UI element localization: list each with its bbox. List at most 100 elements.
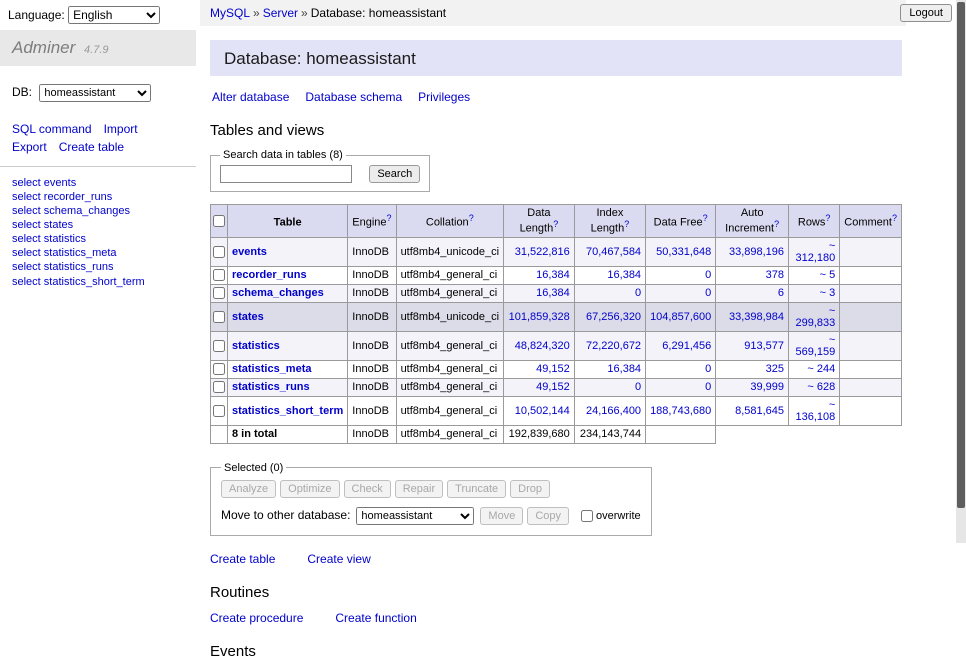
- help-link[interactable]: ?: [624, 219, 629, 229]
- create-link[interactable]: Create view: [307, 552, 370, 566]
- index-length-link[interactable]: 67,256,320: [586, 311, 641, 323]
- sidebar-table-link[interactable]: select schema_changes: [12, 204, 196, 218]
- routine-link[interactable]: Create function: [335, 611, 416, 625]
- index-length-link[interactable]: 24,166,400: [586, 405, 641, 417]
- help-link[interactable]: ?: [469, 213, 474, 223]
- bulk-action-button[interactable]: Analyze: [221, 480, 276, 498]
- data-length-link[interactable]: 49,152: [536, 363, 570, 375]
- row-checkbox[interactable]: [213, 381, 225, 393]
- data-free-link[interactable]: 188,743,680: [650, 405, 711, 417]
- index-length-link[interactable]: 16,384: [607, 269, 641, 281]
- row-checkbox[interactable]: [213, 405, 225, 417]
- db-nav-link[interactable]: Database schema: [305, 90, 402, 104]
- auto-increment-link[interactable]: 33,398,984: [729, 311, 784, 323]
- help-link[interactable]: ?: [703, 213, 708, 223]
- data-length-link[interactable]: 48,824,320: [515, 340, 570, 352]
- sidebar-table-link[interactable]: select statistics_runs: [12, 260, 196, 274]
- sidebar-table-link[interactable]: select statistics_short_term: [12, 275, 196, 289]
- sidebar-table-link[interactable]: select states: [12, 218, 196, 232]
- scrollbar[interactable]: [956, 0, 966, 543]
- table-name-link[interactable]: statistics_short_term: [232, 405, 343, 417]
- sidebar-link[interactable]: SQL command: [12, 122, 92, 136]
- row-checkbox[interactable]: [213, 340, 225, 352]
- index-length-link[interactable]: 0: [635, 287, 641, 299]
- rows-count-link[interactable]: ~ 136,108: [796, 399, 836, 423]
- data-length-link[interactable]: 16,384: [536, 269, 570, 281]
- select-all-checkbox[interactable]: [213, 215, 225, 227]
- auto-increment-link[interactable]: 33,898,196: [729, 246, 784, 258]
- rows-count-link[interactable]: ~ 312,180: [796, 240, 836, 264]
- logout-button[interactable]: Logout: [900, 4, 952, 22]
- auto-increment-link[interactable]: 8,581,645: [735, 405, 784, 417]
- sidebar-link[interactable]: Create table: [59, 140, 124, 154]
- search-input[interactable]: [220, 165, 352, 183]
- data-free-link[interactable]: 104,857,600: [650, 311, 711, 323]
- sidebar-link[interactable]: Export: [12, 140, 47, 154]
- rows-count-link[interactable]: ~ 244: [807, 363, 835, 375]
- sidebar-table-link[interactable]: select statistics: [12, 232, 196, 246]
- row-checkbox[interactable]: [213, 311, 225, 323]
- rows-count-link[interactable]: ~ 5: [820, 269, 836, 281]
- breadcrumb-server-link[interactable]: Server: [263, 6, 298, 20]
- auto-increment-link[interactable]: 325: [766, 363, 784, 375]
- auto-increment-link[interactable]: 6: [778, 287, 784, 299]
- help-link[interactable]: ?: [825, 213, 830, 223]
- table-name-link[interactable]: recorder_runs: [232, 269, 307, 281]
- sidebar-table-link[interactable]: select events: [12, 176, 196, 190]
- bulk-action-button[interactable]: Repair: [395, 480, 443, 498]
- rows-count-link[interactable]: ~ 299,833: [796, 305, 836, 329]
- row-checkbox[interactable]: [213, 287, 225, 299]
- data-free-link[interactable]: 6,291,456: [662, 340, 711, 352]
- db-nav-link[interactable]: Alter database: [212, 90, 289, 104]
- auto-increment-link[interactable]: 378: [766, 269, 784, 281]
- data-free-link[interactable]: 0: [705, 381, 711, 393]
- bulk-action-button[interactable]: Truncate: [447, 480, 506, 498]
- search-button[interactable]: Search: [369, 165, 420, 183]
- auto-increment-link[interactable]: 913,577: [744, 340, 784, 352]
- table-name-link[interactable]: statistics: [232, 340, 280, 352]
- sidebar-table-link[interactable]: select statistics_meta: [12, 246, 196, 260]
- scrollbar-thumb[interactable]: [957, 2, 965, 508]
- index-length-link[interactable]: 72,220,672: [586, 340, 641, 352]
- data-free-link[interactable]: 0: [705, 287, 711, 299]
- create-link[interactable]: Create table: [210, 552, 275, 566]
- auto-increment-link[interactable]: 39,999: [750, 381, 784, 393]
- move-button[interactable]: Move: [480, 507, 523, 525]
- db-nav-link[interactable]: Privileges: [418, 90, 470, 104]
- data-length-link[interactable]: 49,152: [536, 381, 570, 393]
- help-link[interactable]: ?: [774, 219, 779, 229]
- copy-button[interactable]: Copy: [527, 507, 569, 525]
- rows-count-link[interactable]: ~ 569,159: [796, 334, 836, 358]
- row-checkbox[interactable]: [213, 269, 225, 281]
- index-length-link[interactable]: 70,467,584: [586, 246, 641, 258]
- help-link[interactable]: ?: [387, 213, 392, 223]
- data-length-link[interactable]: 31,522,816: [515, 246, 570, 258]
- table-name-link[interactable]: statistics_meta: [232, 363, 312, 375]
- overwrite-checkbox[interactable]: [581, 510, 593, 522]
- table-name-link[interactable]: states: [232, 311, 264, 323]
- move-db-select[interactable]: homeassistant: [356, 507, 474, 525]
- bulk-action-button[interactable]: Check: [344, 480, 391, 498]
- table-name-link[interactable]: schema_changes: [232, 287, 324, 299]
- table-name-link[interactable]: statistics_runs: [232, 381, 310, 393]
- data-length-link[interactable]: 101,859,328: [509, 311, 570, 323]
- bulk-action-button[interactable]: Optimize: [280, 480, 339, 498]
- table-name-link[interactable]: events: [232, 246, 267, 258]
- bulk-action-button[interactable]: Drop: [510, 480, 550, 498]
- help-link[interactable]: ?: [553, 219, 558, 229]
- data-free-link[interactable]: 50,331,648: [656, 246, 711, 258]
- sidebar-table-link[interactable]: select recorder_runs: [12, 190, 196, 204]
- row-checkbox[interactable]: [213, 246, 225, 258]
- rows-count-link[interactable]: ~ 628: [807, 381, 835, 393]
- data-length-link[interactable]: 16,384: [536, 287, 570, 299]
- db-select[interactable]: homeassistant: [39, 84, 151, 102]
- routine-link[interactable]: Create procedure: [210, 611, 303, 625]
- language-select[interactable]: English: [68, 6, 160, 24]
- data-free-link[interactable]: 0: [705, 363, 711, 375]
- help-link[interactable]: ?: [892, 213, 897, 223]
- data-length-link[interactable]: 10,502,144: [515, 405, 570, 417]
- breadcrumb-mysql-link[interactable]: MySQL: [210, 6, 250, 20]
- data-free-link[interactable]: 0: [705, 269, 711, 281]
- row-checkbox[interactable]: [213, 363, 225, 375]
- index-length-link[interactable]: 16,384: [607, 363, 641, 375]
